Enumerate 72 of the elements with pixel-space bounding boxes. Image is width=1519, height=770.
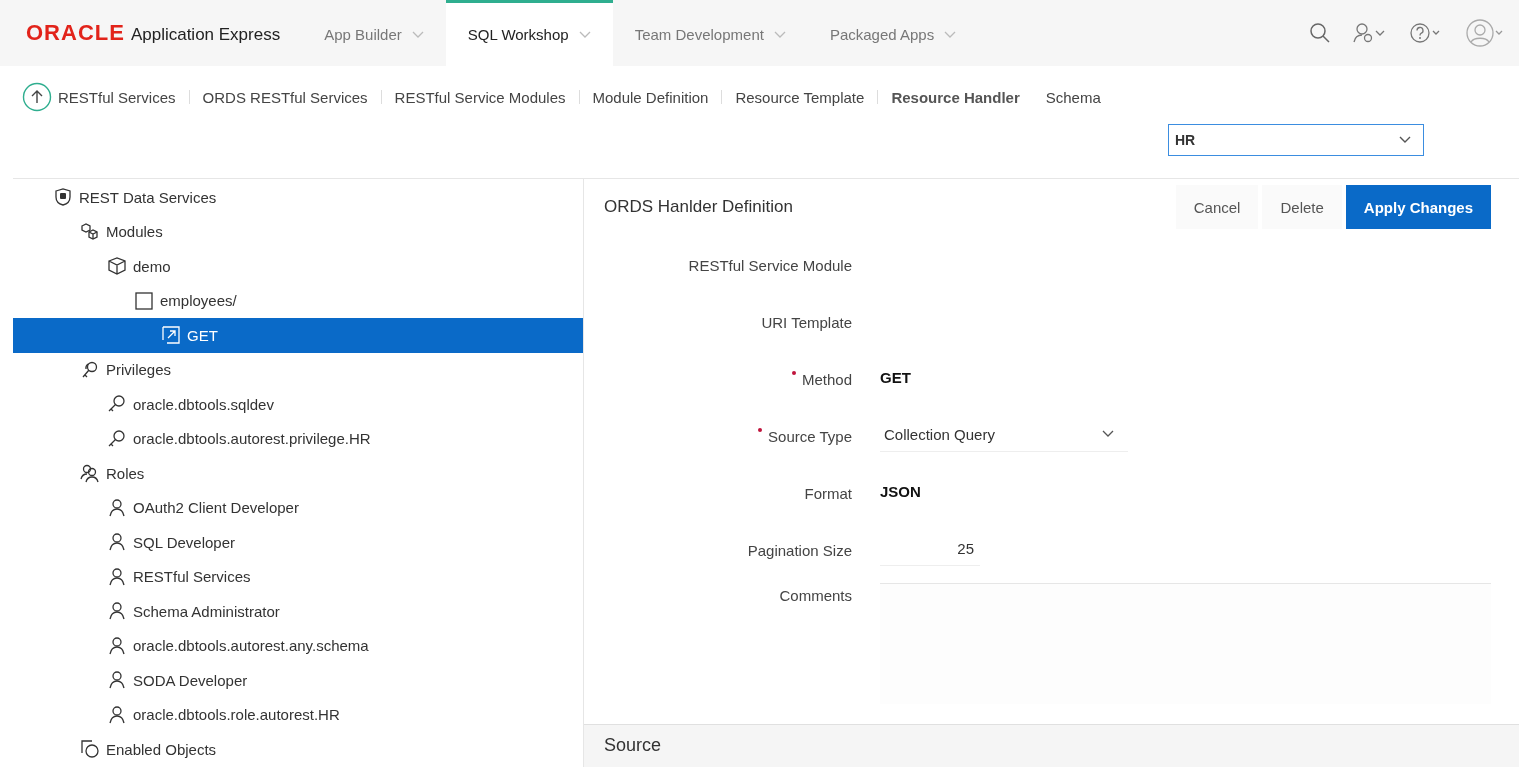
caret-icon[interactable] xyxy=(578,30,591,39)
square-icon xyxy=(134,290,154,311)
field-label: Pagination Size xyxy=(747,542,852,559)
field-label: Comments xyxy=(779,587,852,604)
tree-item[interactable]: SODA Developer xyxy=(13,663,583,698)
tree-item[interactable]: SQL Developer xyxy=(13,525,583,560)
arrow-box-icon xyxy=(161,325,181,346)
product-name: Application Express xyxy=(130,25,281,45)
schema-label: Schema xyxy=(1045,88,1101,106)
field-label: Source Type xyxy=(768,428,852,445)
tree-item[interactable]: oracle.dbtools.autorest.any.schema xyxy=(13,628,583,663)
user-gear-icon[interactable] xyxy=(1353,22,1387,44)
tree-item[interactable]: oracle.dbtools.autorest.privilege.HR xyxy=(13,421,583,456)
oracle-logo[interactable]: ORACLE xyxy=(26,20,125,46)
search-icon[interactable] xyxy=(1309,22,1331,44)
action-button[interactable]: Delete xyxy=(1262,185,1342,229)
user-icon xyxy=(107,670,127,691)
tree-item[interactable]: Privileges xyxy=(13,352,583,387)
region-title: Source xyxy=(604,735,662,756)
user-icon xyxy=(107,704,127,725)
breadcrumb-link[interactable]: Resource Handler xyxy=(891,88,1020,106)
nav-tab[interactable]: SQL Workshop xyxy=(445,0,613,66)
region-title: ORDS Hanlder Definition xyxy=(604,197,793,217)
shield-icon xyxy=(53,187,73,208)
nav-tab[interactable]: App Builder xyxy=(302,0,446,66)
tree-item[interactable]: Schema Administrator xyxy=(13,594,583,629)
objects-icon xyxy=(80,739,100,760)
user-icon xyxy=(107,497,127,518)
breadcrumb-link[interactable]: Module Definition xyxy=(592,88,709,106)
schema-select[interactable]: HR xyxy=(1168,124,1424,156)
chevron-down-icon xyxy=(1102,430,1114,438)
user-icon xyxy=(107,532,127,553)
number-field[interactable]: 25 xyxy=(880,531,980,566)
tree-item[interactable]: employees/ xyxy=(13,283,583,318)
field-label: RESTful Service Module xyxy=(688,257,852,274)
keys-icon xyxy=(80,359,100,380)
avatar-icon[interactable] xyxy=(1465,18,1505,48)
tree-item[interactable]: demo xyxy=(13,249,583,284)
tree-item[interactable]: oracle.dbtools.role.autorest.HR xyxy=(13,697,583,732)
tree-item[interactable]: REST Data Services xyxy=(13,180,583,215)
tree-item[interactable]: oracle.dbtools.sqldev xyxy=(13,387,583,422)
nav-tab[interactable]: Packaged Apps xyxy=(807,0,979,66)
field-value: GET xyxy=(880,369,911,386)
key-icon xyxy=(107,428,127,449)
user-icon xyxy=(107,601,127,622)
users-icon xyxy=(80,463,100,484)
field-label: URI Template xyxy=(761,314,852,331)
tree-item[interactable]: GET xyxy=(13,318,583,353)
source-type-select[interactable]: Collection Query xyxy=(880,417,1128,452)
nav-tab[interactable]: Team Development xyxy=(612,0,808,66)
cube-icon xyxy=(107,256,127,277)
field-label: Format xyxy=(804,485,852,502)
field-value: JSON xyxy=(880,483,921,500)
breadcrumb-link[interactable]: ORDS RESTful Services xyxy=(202,88,368,106)
tree-item[interactable]: Roles xyxy=(13,456,583,491)
user-icon xyxy=(107,635,127,656)
chevron-down-icon xyxy=(1399,136,1411,144)
apply-button[interactable]: Apply Changes xyxy=(1345,185,1491,229)
breadcrumb-link[interactable]: RESTful Service Modules xyxy=(394,88,566,106)
cubes-icon xyxy=(80,221,100,242)
caret-icon[interactable] xyxy=(411,30,424,39)
tree-item[interactable]: RESTful Services xyxy=(13,559,583,594)
tree-item[interactable]: Enabled Objects xyxy=(13,732,583,767)
caret-icon[interactable] xyxy=(773,30,786,39)
caret-icon[interactable] xyxy=(944,30,957,39)
breadcrumb-link[interactable]: RESTful Services xyxy=(58,88,176,106)
breadcrumb-link[interactable]: Resource Template xyxy=(735,88,865,106)
action-button[interactable]: Cancel xyxy=(1175,185,1259,229)
tree-item[interactable]: Modules xyxy=(13,214,583,249)
tree-item[interactable]: OAuth2 Client Developer xyxy=(13,490,583,525)
field-label: Method xyxy=(801,371,852,388)
user-icon xyxy=(107,566,127,587)
